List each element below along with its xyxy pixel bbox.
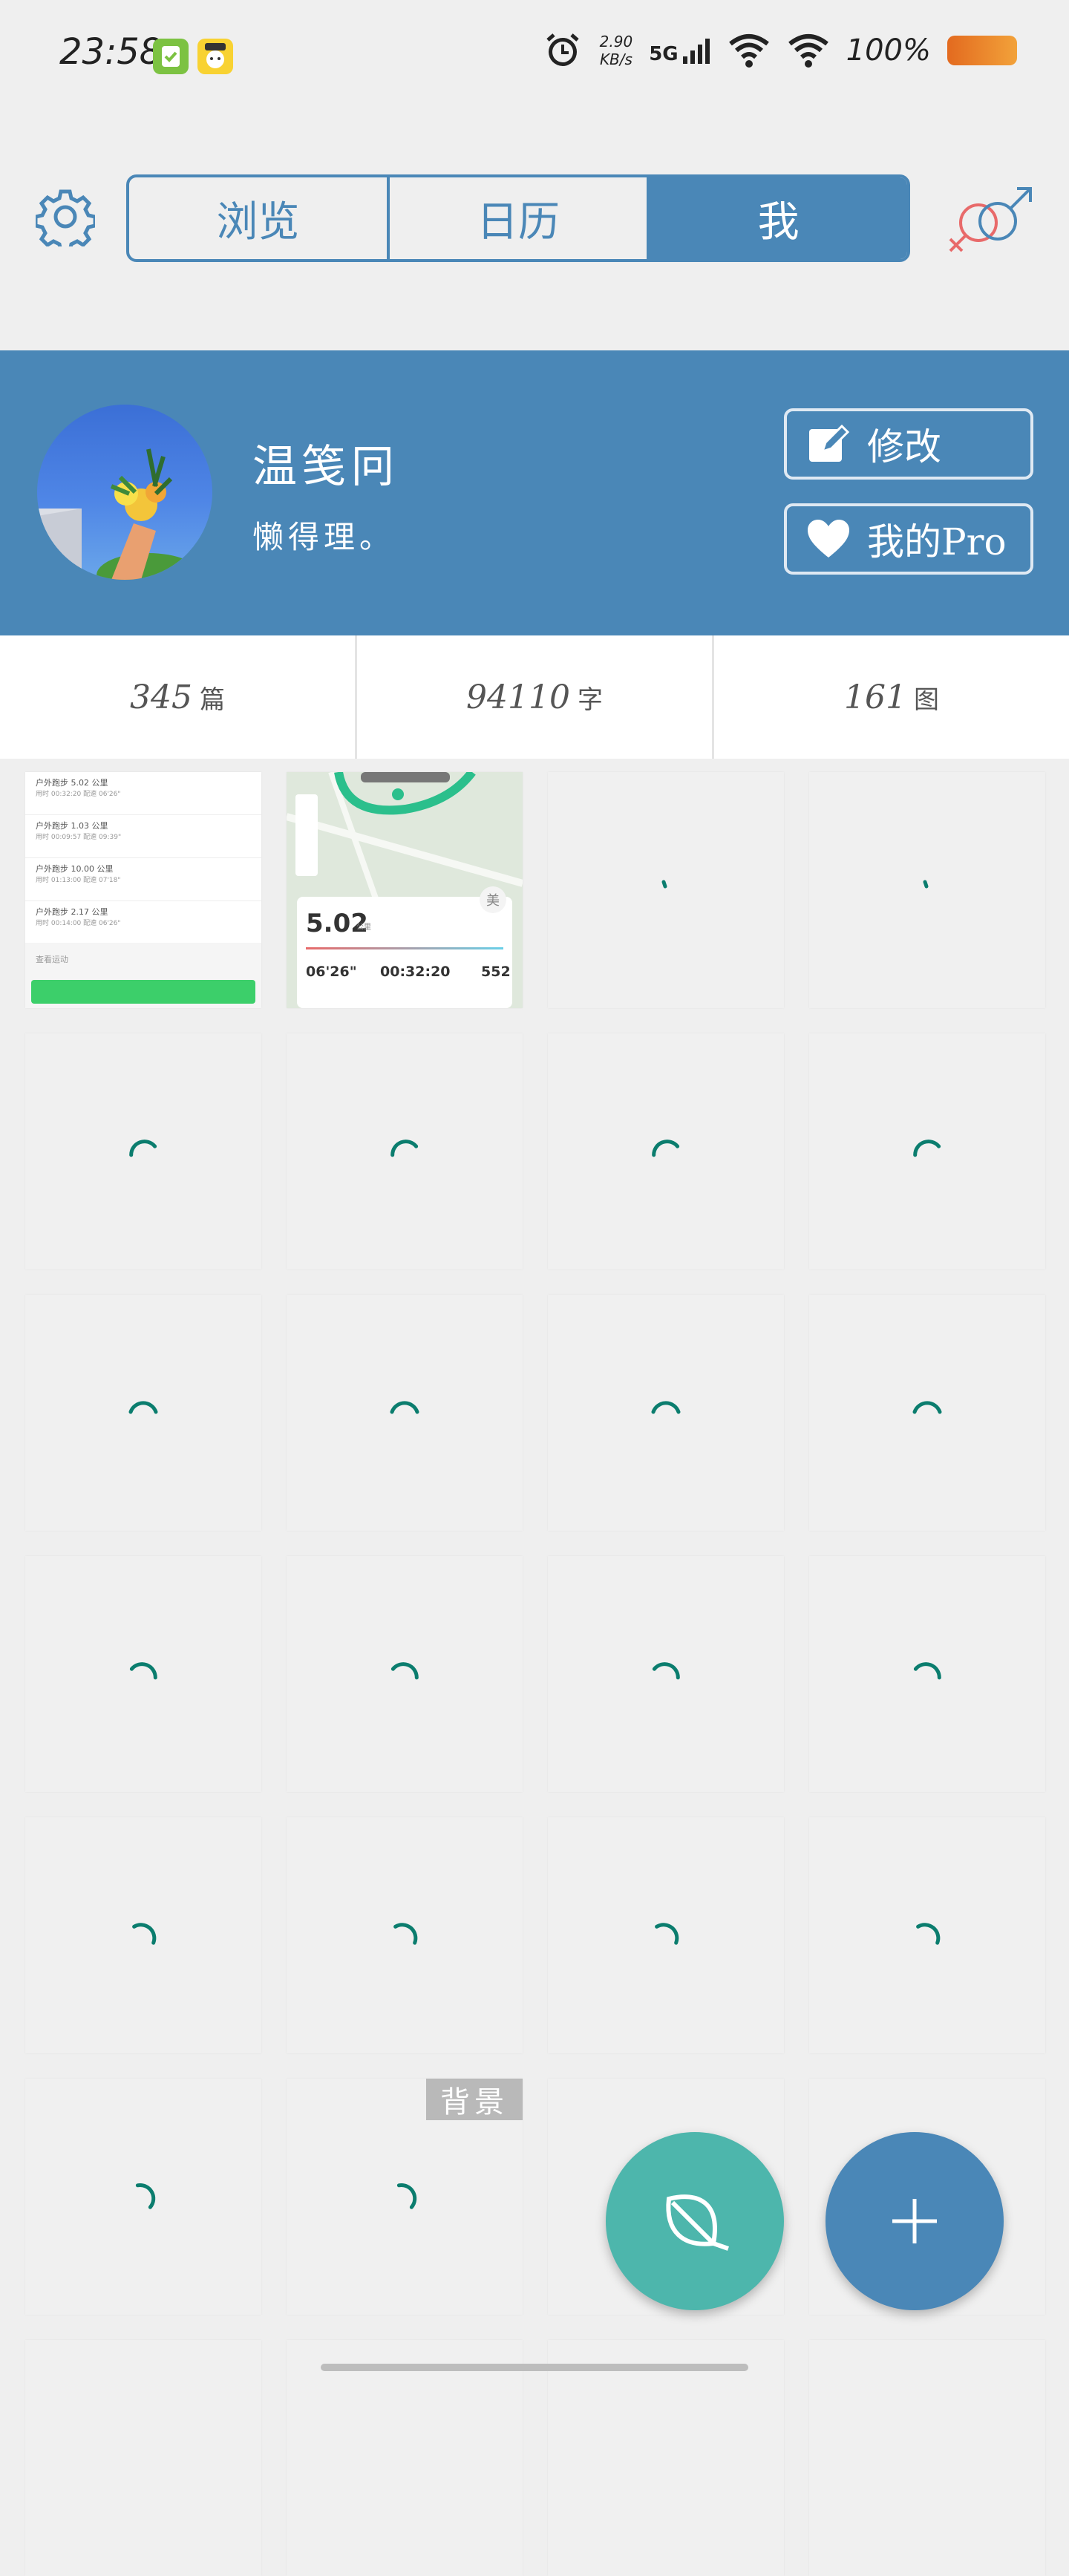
entry-thumbnail-running-list[interactable]: 户外跑步 5.02 公里 用时 00:32:20 配速 06'26" 户外跑步 1…: [25, 772, 261, 1008]
loading-spinner-icon: [913, 1140, 941, 1157]
game-app-icon: [197, 39, 233, 74]
grid-cell[interactable]: [809, 1295, 1045, 1531]
list-item: 户外跑步 1.03 公里 用时 00:09:57 配速 09:39": [25, 815, 261, 858]
stat-images[interactable]: 161 图: [714, 635, 1069, 759]
my-pro-label: 我的Pro: [867, 520, 1007, 563]
loading-spinner-icon: [912, 1401, 942, 1414]
grid-cell[interactable]: [287, 1033, 523, 1269]
mood-fab-button[interactable]: [606, 2132, 784, 2310]
list-item: 户外跑步 10.00 公里 用时 01:13:00 配速 07'18": [25, 858, 261, 901]
clock: 23:58: [59, 31, 163, 73]
loading-spinner-icon: [129, 1662, 157, 1680]
loading-spinner-icon: [913, 1662, 941, 1680]
grid-cell[interactable]: [548, 1033, 784, 1269]
grid-cell[interactable]: [548, 1556, 784, 1792]
map-image: [287, 772, 523, 898]
wifi-icon-2: [788, 34, 828, 68]
wifi-icon: [728, 34, 769, 68]
battery-percent: 100%: [846, 33, 931, 68]
grid-cell[interactable]: [809, 772, 1045, 1008]
stats-bar: 345 篇 94110 字 161 图: [0, 635, 1069, 759]
stat-words[interactable]: 94110 字: [357, 635, 714, 759]
loading-spinner-icon: [652, 1140, 680, 1157]
home-indicator[interactable]: [321, 2364, 748, 2371]
gender-icon[interactable]: [943, 186, 1039, 260]
run-pace: 06'26": [306, 964, 357, 980]
plus-icon: [892, 2199, 937, 2243]
pace-bar: [306, 947, 503, 949]
loading-spinner-icon: [390, 1401, 419, 1414]
stat-articles[interactable]: 345 篇: [0, 635, 357, 759]
loading-spinner-icon: [390, 1662, 419, 1680]
grid-cell[interactable]: [809, 1817, 1045, 2053]
grid-cell[interactable]: [25, 1033, 261, 1269]
thumb-action-bar: [31, 980, 255, 1004]
status-bar: 23:58 2.90 KB/s 5G 100%: [0, 0, 1069, 111]
loading-spinner-icon: [129, 1140, 157, 1157]
user-bio: 懒得理。: [252, 519, 396, 555]
avatar[interactable]: [37, 405, 212, 580]
loading-spinner-icon: [661, 880, 667, 889]
list-item: 户外跑步 5.02 公里 用时 00:32:20 配速 06'26": [25, 772, 261, 815]
thumb-footer-label: 查看运动: [36, 955, 68, 964]
grid-cell[interactable]: [548, 1817, 784, 2053]
my-pro-button[interactable]: 我的Pro: [784, 503, 1033, 575]
loading-spinner-icon: [652, 1662, 680, 1680]
run-summary-card: 美 5.02 公里 06'26" 00:32:20 552: [297, 886, 512, 1008]
todo-app-icon: [153, 39, 189, 74]
loading-spinner-icon: [651, 1401, 681, 1414]
username: 温笺冋: [252, 441, 399, 493]
loading-spinner-icon: [923, 880, 929, 889]
tab-calendar[interactable]: 日历: [390, 177, 650, 259]
tab-me[interactable]: 我: [650, 177, 907, 259]
grid-cell[interactable]: [548, 772, 784, 1008]
grid-cell[interactable]: [25, 1556, 261, 1792]
avatar-image: [37, 448, 200, 580]
battery-icon: [947, 36, 1017, 65]
tab-switcher: 浏览 日历 我: [126, 174, 910, 262]
grid-cell[interactable]: [809, 1556, 1045, 1792]
add-entry-fab-button[interactable]: [826, 2132, 1004, 2310]
loading-spinner-icon: [390, 1140, 419, 1157]
loading-spinner-icon: [128, 1401, 158, 1414]
edit-profile-button[interactable]: 修改: [784, 408, 1033, 480]
grid-cell[interactable]: [25, 1817, 261, 2053]
grid-cell[interactable]: [809, 1033, 1045, 1269]
grid-cell[interactable]: [287, 1817, 523, 2053]
edit-profile-label: 修改: [867, 425, 941, 468]
grid-cell[interactable]: [25, 2079, 261, 2315]
net-speed: 2.90 KB/s: [599, 33, 633, 68]
thumb-footer: 查看运动: [25, 943, 261, 1008]
settings-gear-icon[interactable]: [33, 187, 97, 253]
loading-spinner-icon: [393, 1923, 418, 1945]
grid-cell[interactable]: [287, 1556, 523, 1792]
loading-spinner-icon: [135, 2183, 156, 2209]
entry-thumbnail-running-map[interactable]: 美 5.02 公里 06'26" 00:32:20 552: [287, 772, 523, 1008]
status-right: 2.90 KB/s 5G 100%: [542, 30, 1017, 71]
background-tag[interactable]: 背景: [426, 2079, 523, 2120]
cellular-signal-icon: 5G: [649, 36, 710, 65]
run-duration: 00:32:20: [380, 964, 451, 980]
grid-cell[interactable]: [548, 1295, 784, 1531]
grid-cell[interactable]: [25, 1295, 261, 1531]
tab-browse[interactable]: 浏览: [129, 177, 390, 259]
badge: 美: [480, 886, 506, 913]
loading-spinner-icon: [396, 2183, 417, 2209]
alarm-icon: [546, 33, 579, 66]
loading-spinner-icon: [132, 1923, 157, 1945]
run-distance-unit: 公里: [356, 923, 371, 932]
run-steps: 552: [481, 964, 511, 980]
leaf-icon: [666, 2194, 729, 2251]
loading-spinner-icon: [655, 1923, 679, 1945]
grid-cell[interactable]: [287, 1295, 523, 1531]
loading-spinner-icon: [916, 1923, 941, 1945]
heart-icon: [808, 520, 849, 558]
list-item: 户外跑步 2.17 公里 用时 00:14:00 配速 06'26": [25, 901, 261, 944]
edit-icon: [809, 424, 850, 462]
